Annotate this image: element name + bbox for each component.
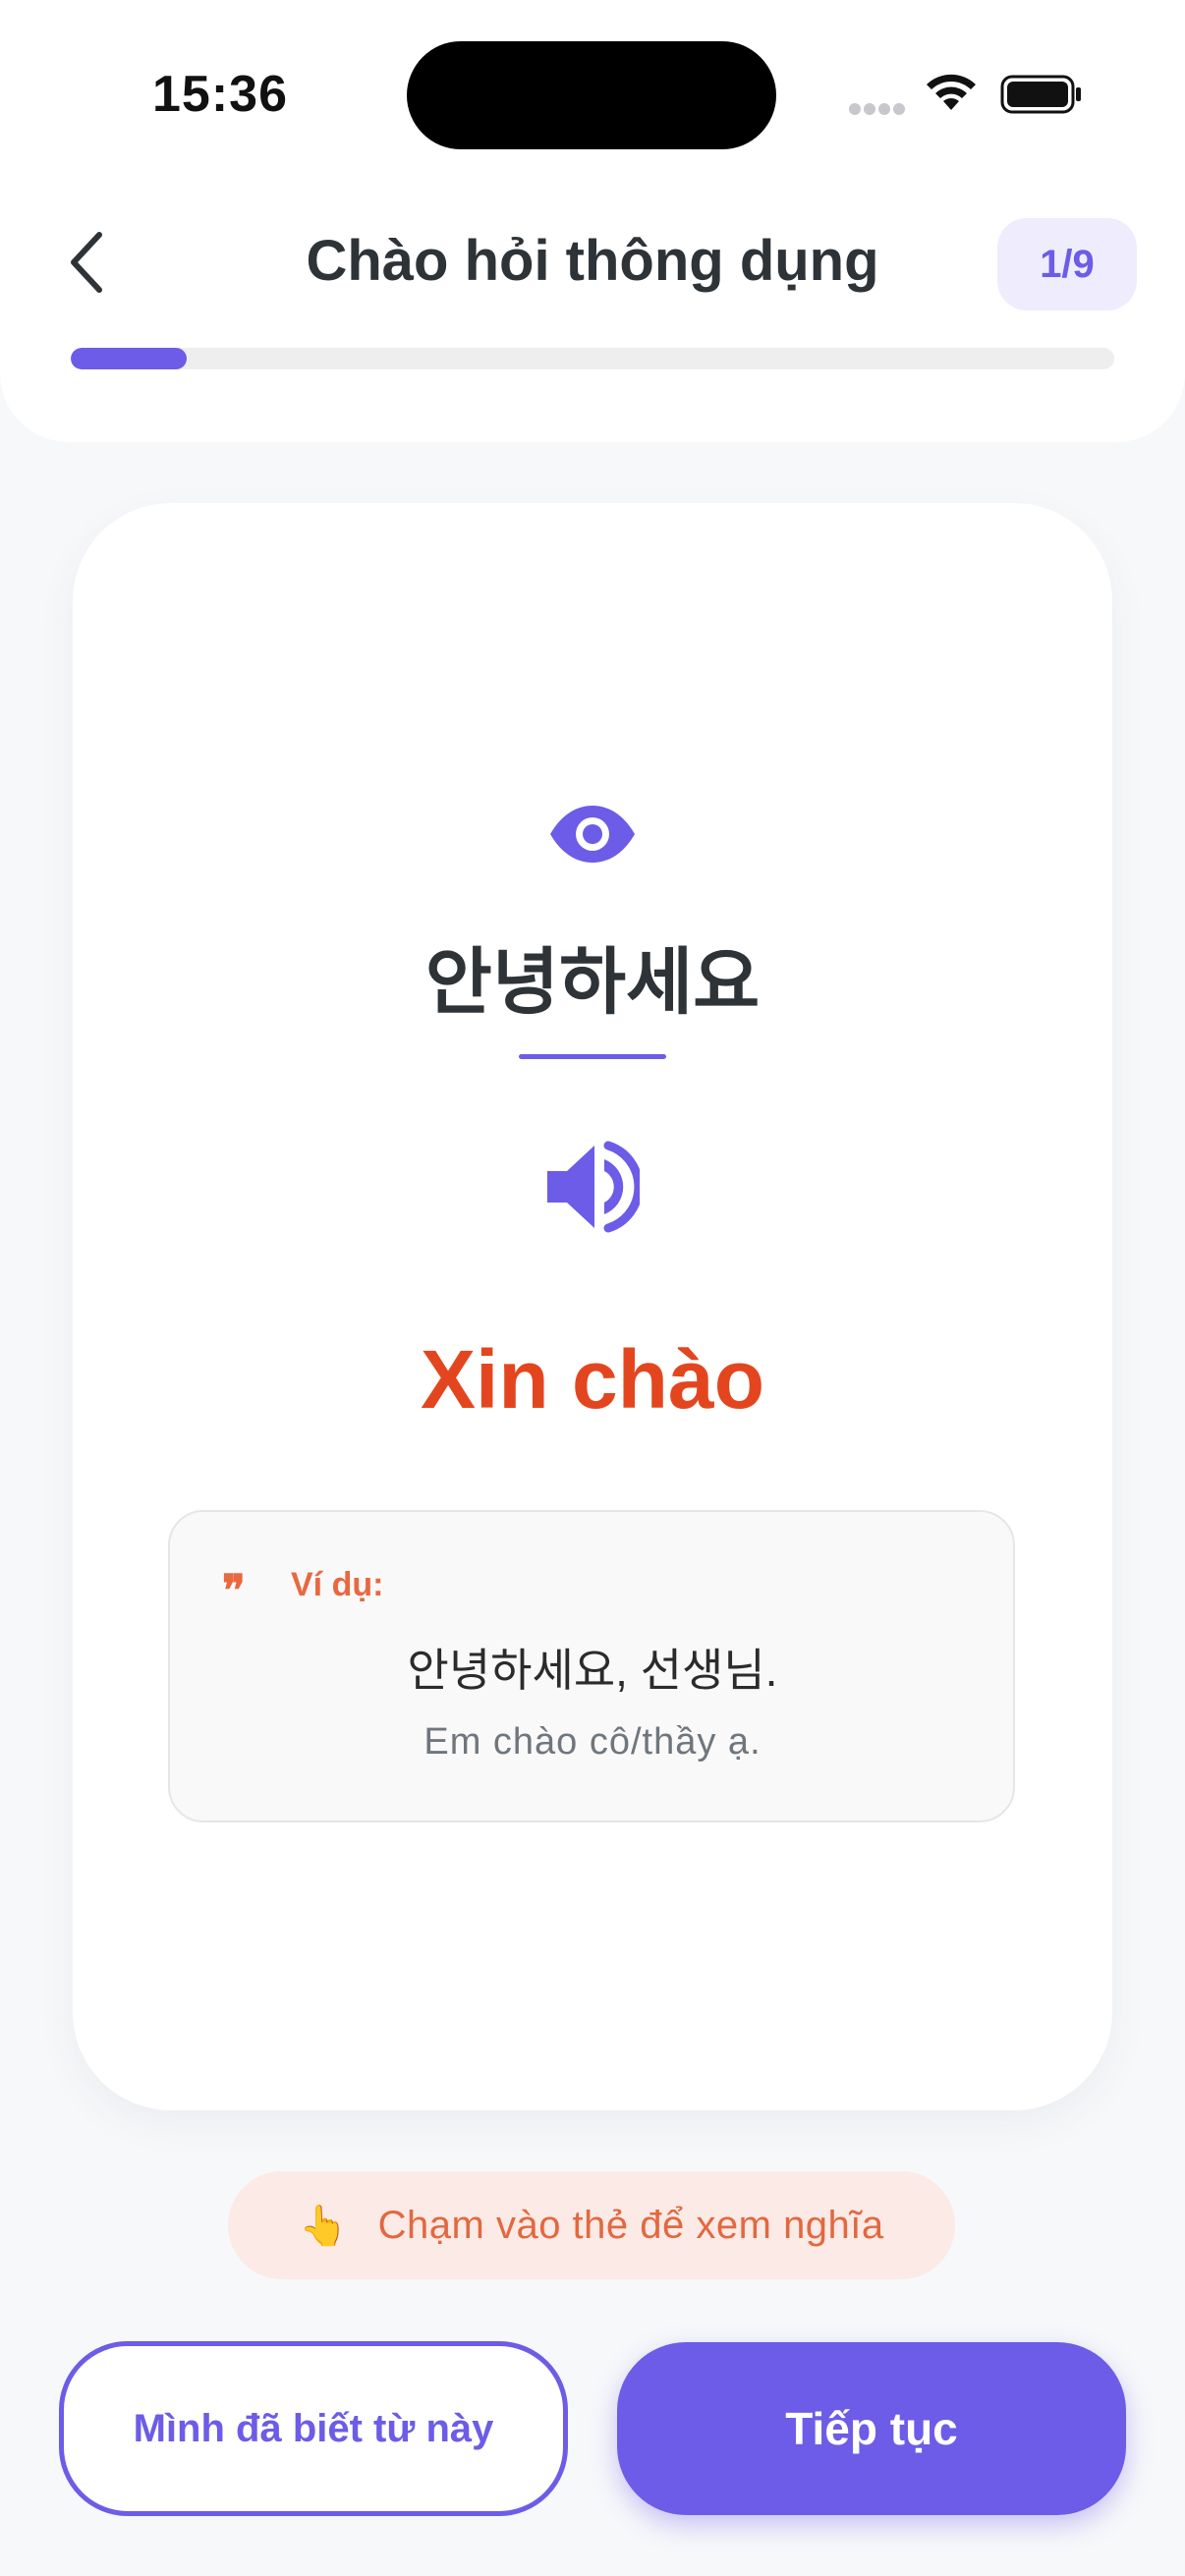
already-know-button[interactable]: Mình đã biết từ này	[59, 2341, 568, 2516]
battery-icon	[1000, 75, 1083, 119]
dynamic-island	[407, 41, 776, 149]
cellular-signal-icon	[849, 102, 908, 120]
example-label: Ví dụ:	[291, 1566, 384, 1603]
korean-word: 안녕하세요	[424, 941, 761, 1023]
flashcard[interactable]	[73, 503, 1112, 2110]
progress-bar-fill	[71, 348, 187, 369]
progress-counter-badge: 1/9	[997, 218, 1137, 310]
eye-icon[interactable]	[548, 804, 637, 869]
hint-text: Chạm vào thẻ để xem nghĩa	[377, 2203, 884, 2247]
status-time: 15:36	[152, 66, 288, 123]
speaker-icon[interactable]	[543, 1140, 644, 1239]
continue-button[interactable]: Tiếp tục	[617, 2342, 1126, 2515]
word-underline	[519, 1054, 666, 1059]
hint-pill: 👆 Chạm vào thẻ để xem nghĩa	[228, 2171, 955, 2279]
quote-icon: ❞	[222, 1566, 246, 1616]
meaning-text: Xin chào	[420, 1333, 765, 1426]
pointing-hand-icon: 👆	[299, 2204, 349, 2248]
status-bar: 15:36	[0, 0, 1185, 196]
example-translation: Em chào cô/thầy ạ.	[423, 1721, 762, 1763]
example-korean-sentence: 안녕하세요, 선생님.	[407, 1645, 778, 1696]
wifi-icon	[924, 71, 979, 117]
progress-bar	[71, 348, 1114, 369]
